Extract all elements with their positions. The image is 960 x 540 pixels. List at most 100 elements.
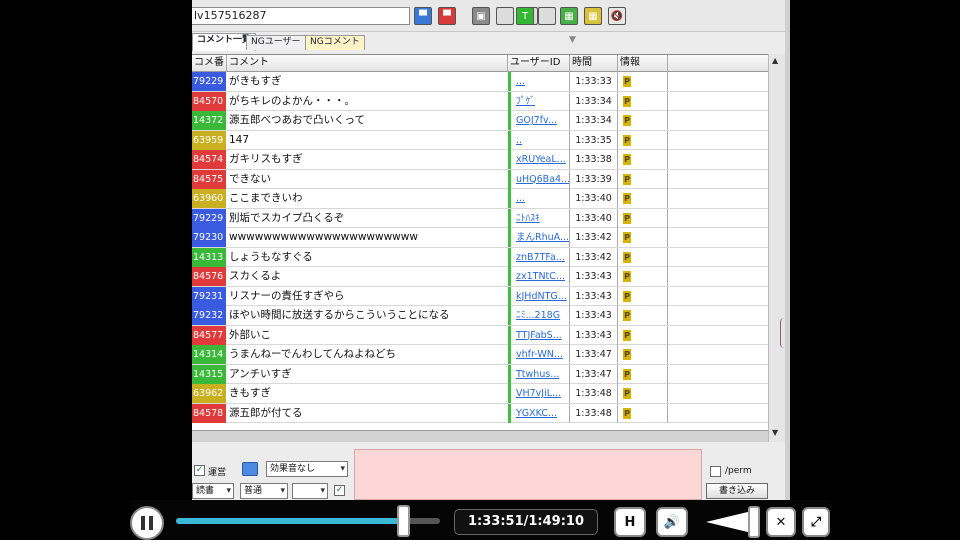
comment-input-panel: ✓ 運営 効果音なし 読書 普通 ✓ /perm 書き込み [192,443,785,500]
user-id-link[interactable]: GOJ7fv... [508,111,570,130]
table-row[interactable]: 84578 源五郎が付てる YGXKC... 1:33:48 P [192,403,768,423]
comment-number: 63962 [192,384,226,403]
table-row[interactable]: 14315 アンチいすぎ Ttwhus... 1:33:47 P [192,364,768,384]
comment-number: 84570 [192,91,226,111]
yellow-button[interactable]: ▦ [584,7,602,25]
blank-button-1[interactable] [496,7,514,25]
operator-checkbox[interactable]: ✓ [194,465,205,476]
user-id-link[interactable]: znB7TFa... [508,247,570,267]
tab-ng-user[interactable]: NGユーザー [246,35,306,50]
table-row[interactable]: 63960 ここまできいわ... 1:33:40 P [192,189,768,209]
user-id-link[interactable]: Ttwhus... [508,364,570,384]
user-id-link[interactable]: zx1TNtC... [508,267,570,286]
table-row[interactable]: 79231 リスナーの責任すぎやら kJHdNTG... 1:33:43 P [192,286,768,306]
hq-toggle-button[interactable]: H [614,507,646,537]
user-id-link[interactable]: YGXKC... [508,403,570,423]
green-button[interactable]: ▦ [560,7,578,25]
green-t-button[interactable]: T [516,7,534,25]
info-cell: P [618,267,668,286]
info-cell: P [618,228,668,247]
user-id-link[interactable]: kJHdNTG... [508,286,570,306]
comment-time: 1:33:40 [570,208,618,228]
info-cell: P [618,111,668,130]
comment-number: 79229 [192,72,226,91]
comment-number: 14315 [192,364,226,384]
table-row[interactable]: 84574 ガキリスもすぎ xRUYeaL... 1:33:38 P [192,150,768,170]
info-cell: P [618,306,668,325]
tab-ng-comment[interactable]: NGコメント [305,35,365,50]
user-id-link[interactable]: ... [508,189,570,208]
table-row[interactable]: 63962 きもすぎ VH7vJiL... 1:33:48 P [192,384,768,404]
comment-number: 84574 [192,150,226,169]
comment-rows: 79229 がきもすぎ... 1:33:33 P 84570 がちキレのよかん・・・。 ﾌﾟ… [192,72,768,423]
perm-label: /perm [725,466,752,476]
comment-viewer-window: lv157516287 ▀ ▀ ▣ T ▦ ▦ 🔇 コメント一覧 NGユーザー NGコメント… [192,0,785,500]
column-header-info[interactable]: 情報 [618,55,668,72]
table-row[interactable]: 14372 源五郎べつあおで凸いくって GOJ7fv... 1:33:34 P [192,111,768,131]
user-id-link[interactable]: まんRhuA... [508,228,570,247]
comment-input[interactable] [354,449,702,500]
user-id-link[interactable]: ﾆﾐ...218G [508,306,570,325]
column-header-comment[interactable]: コメント [227,55,508,72]
size-select[interactable]: 普通 [240,483,288,499]
speaker-button[interactable]: 🔇 [608,7,626,25]
table-row[interactable]: 84577 外部いこ TTJFabS... 1:33:43 P [192,325,768,345]
comment-time: 1:33:43 [570,286,618,306]
blank-button-3[interactable] [538,7,556,25]
table-row[interactable]: 84570 がちキレのよかん・・・。 ﾌﾟｹﾞ 1:33:34 P [192,91,768,111]
blue-button[interactable]: ▀ [414,7,432,25]
fullscreen-button[interactable]: ⤢ [802,507,830,537]
write-button[interactable]: 書き込み [706,483,768,499]
user-id-link[interactable]: ﾆﾄﾊｽｷ [508,208,570,228]
tab-bar: コメント一覧 NGユーザー NGコメント ▼ [192,33,785,51]
close-button[interactable]: ✕ [766,507,796,537]
comment-text: 別垢でスカイプ凸くるぞ [229,211,345,224]
table-row[interactable]: 79229 別垢でスカイプ凸くるぞ ﾆﾄﾊｽｷ 1:33:40 P [192,208,768,228]
user-id-link[interactable]: vhfr-WN... [508,345,570,364]
comment-time: 1:33:35 [570,130,618,150]
command-select[interactable]: 効果音なし [266,461,348,477]
table-row[interactable]: 63959 147.. 1:33:35 P [192,130,768,150]
table-row[interactable]: 79229 がきもすぎ... 1:33:33 P [192,72,768,92]
seek-handle[interactable] [397,505,410,537]
column-header-user-id[interactable]: ユーザーID [508,55,570,72]
column-header-no[interactable]: コメ番 [192,55,227,72]
info-cell: P [618,384,668,403]
comment-time: 1:33:39 [570,169,618,189]
live-id-field[interactable]: lv157516287 [192,7,410,25]
horizontal-scrollbar[interactable] [192,430,768,442]
user-id-link[interactable]: ﾌﾟｹﾞ [508,91,570,111]
grid-header: コメ番 コメント ユーザーID 時間 情報 [192,55,768,72]
grey-button[interactable]: ▣ [472,7,490,25]
vertical-scrollbar[interactable]: ▲ ▼ [768,54,785,442]
anonymous-checkbox[interactable]: ✓ [334,485,345,496]
volume-handle[interactable] [748,506,760,538]
color-picker-icon[interactable] [242,462,258,476]
anchor-select[interactable]: 読書 [192,483,234,499]
table-row[interactable]: 84576 スカくるよ zx1TNtC... 1:33:43 P [192,267,768,287]
user-id-link[interactable]: TTJFabS... [508,325,570,345]
table-row[interactable]: 14314 うまんねーでんわしてんねよねどち vhfr-WN... 1:33:47 P [192,345,768,365]
table-row[interactable]: 79232 ほやい時間に放送するからこういうことになる ﾆﾐ...218G 1:33:… [192,306,768,326]
red-button[interactable]: ▀ [438,7,456,25]
user-id-link[interactable]: VH7vJiL... [508,384,570,403]
user-id-link[interactable]: xRUYeaL... [508,150,570,169]
premium-icon: P [623,212,631,224]
comment-text: がちキレのよかん・・・。 [229,94,355,107]
scroll-up-icon[interactable]: ▲ [772,56,778,65]
pause-button[interactable] [130,506,164,540]
user-id-link[interactable]: .. [508,130,570,150]
user-id-link[interactable]: uHQ6Ba4... [508,169,570,189]
scroll-down-icon[interactable]: ▼ [772,428,778,437]
comment-number: 14314 [192,345,226,364]
position-select[interactable] [292,483,328,499]
perm-checkbox[interactable] [710,466,721,477]
user-id-link[interactable]: ... [508,72,570,91]
table-row[interactable]: 14313 しょうもなすぐる znB7TFa... 1:33:42 P [192,247,768,267]
table-row[interactable]: 79230 wwwwwwwwwwwwwwwwwwwwww まんRhuA... 1:33… [192,228,768,248]
table-row[interactable]: 84575 できない uHQ6Ba4... 1:33:39 P [192,169,768,189]
volume-button[interactable]: 🔊 [656,507,688,537]
chevron-down-icon[interactable]: ▼ [569,35,576,45]
comment-time: 1:33:38 [570,150,618,169]
column-header-time[interactable]: 時間 [570,55,618,72]
